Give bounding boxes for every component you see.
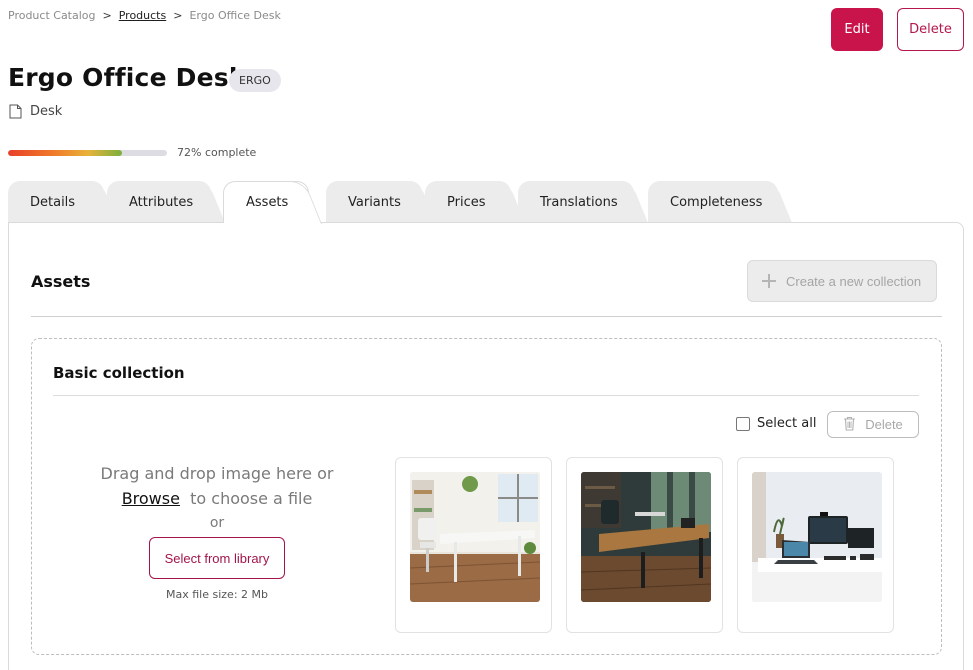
- document-icon: [9, 104, 22, 119]
- asset-thumbnail[interactable]: [581, 472, 711, 602]
- tab-label: Variants: [348, 194, 401, 210]
- product-code-badge: ERGO: [229, 69, 281, 92]
- asset-thumbnail[interactable]: [752, 472, 882, 602]
- create-collection-button[interactable]: Create a new collection: [747, 260, 937, 302]
- select-all-label: Select all: [757, 416, 817, 431]
- family-label: Desk: [30, 104, 63, 119]
- tab-bar: Details Attributes Variants Prices Trans…: [8, 181, 968, 223]
- tab-label: Prices: [447, 194, 486, 210]
- browse-suffix: to choose a file: [190, 489, 313, 508]
- delete-assets-label: Delete: [865, 417, 903, 432]
- dropzone-instructions: Drag and drop image here or Browse to ch…: [53, 461, 381, 511]
- product-family: Desk: [9, 104, 62, 119]
- tab-translations[interactable]: Translations: [518, 181, 634, 223]
- tab-attributes[interactable]: Attributes: [107, 181, 211, 223]
- breadcrumb: Product Catalog > Products > Ergo Office…: [8, 9, 281, 22]
- completeness-bar: [8, 150, 167, 156]
- page-title: Ergo Office Desk: [8, 63, 246, 92]
- drop-text: Drag and drop image here or: [100, 464, 334, 483]
- tab-variants[interactable]: Variants: [326, 181, 422, 223]
- tab-label: Completeness: [670, 194, 763, 210]
- browse-line: Browse to choose a file: [53, 486, 381, 511]
- asset-card[interactable]: [566, 457, 723, 633]
- tab-label: Details: [30, 194, 76, 210]
- breadcrumb-root[interactable]: Product Catalog: [8, 9, 96, 22]
- checkbox-box[interactable]: [736, 416, 750, 431]
- tab-label: Assets: [246, 195, 289, 210]
- tab-completeness[interactable]: Completeness: [648, 181, 778, 223]
- trash-icon: [843, 416, 856, 434]
- assets-section-title: Assets: [31, 272, 91, 291]
- asset-card[interactable]: [395, 457, 552, 633]
- breadcrumb-current: Ergo Office Desk: [189, 9, 281, 22]
- edit-button[interactable]: Edit: [831, 8, 883, 51]
- browse-link[interactable]: Browse: [122, 489, 180, 508]
- create-collection-label: Create a new collection: [786, 273, 922, 289]
- breadcrumb-separator: >: [102, 9, 112, 22]
- max-file-size: Max file size: 2 Mb: [166, 588, 268, 601]
- tab-label: Translations: [540, 194, 618, 210]
- completeness-label: 72% complete: [177, 146, 257, 159]
- or-text: or: [209, 515, 225, 531]
- breadcrumb-products-link[interactable]: Products: [119, 9, 167, 22]
- select-all-checkbox[interactable]: Select all: [736, 416, 816, 431]
- divider: [53, 395, 919, 396]
- completeness-bar-fill: [8, 150, 123, 156]
- tab-details[interactable]: Details: [8, 181, 104, 223]
- divider: [31, 316, 942, 317]
- tab-assets[interactable]: Assets: [223, 181, 309, 223]
- tab-label: Attributes: [129, 194, 194, 210]
- plus-icon: [762, 274, 776, 288]
- delete-product-button[interactable]: Delete: [897, 8, 964, 51]
- select-from-library-button[interactable]: Select from library: [149, 537, 285, 579]
- asset-card[interactable]: [737, 457, 894, 633]
- breadcrumb-separator: >: [173, 9, 183, 22]
- asset-thumbnail[interactable]: [410, 472, 540, 602]
- delete-assets-button[interactable]: Delete: [827, 411, 919, 438]
- tab-prices[interactable]: Prices: [425, 181, 511, 223]
- collection-title: Basic collection: [53, 364, 185, 382]
